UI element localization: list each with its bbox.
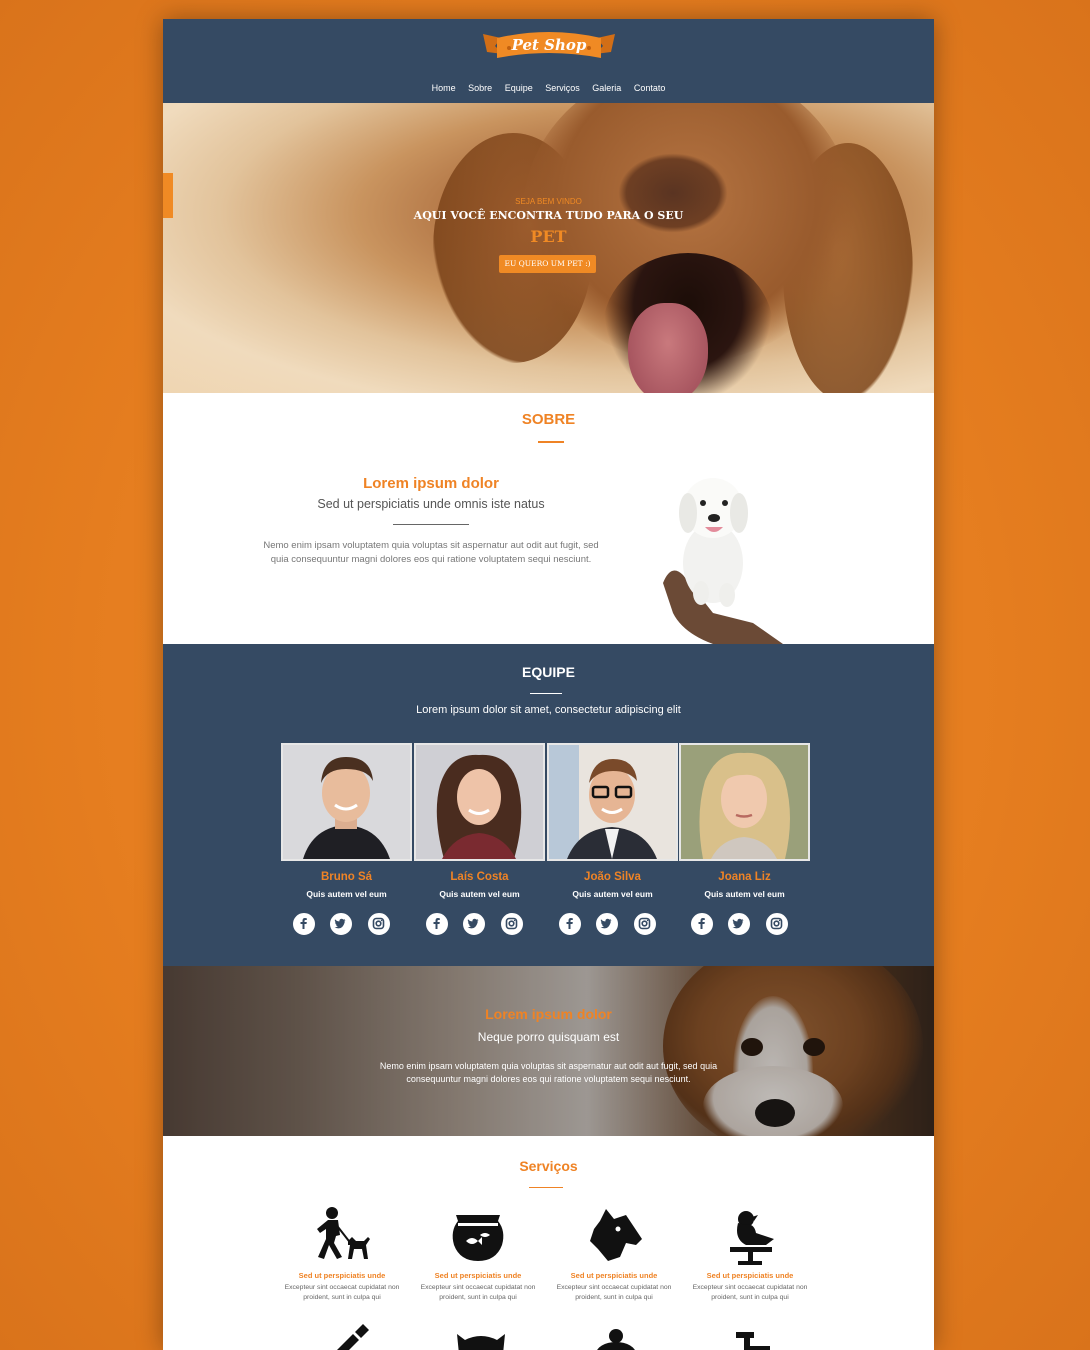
logo[interactable]: Pet Shop <box>479 28 619 68</box>
equipe-title: EQUIPE <box>522 664 575 680</box>
member-socials <box>691 913 801 939</box>
member-socials <box>559 913 669 939</box>
service-text: Excepteur sint occaecat cupidatat non pr… <box>556 1284 672 1301</box>
instagram-icon[interactable] <box>501 913 523 935</box>
nav-sobre[interactable]: Sobre <box>468 83 492 93</box>
nav-galeria[interactable]: Galeria <box>592 83 621 93</box>
turtle-icon <box>597 1329 635 1350</box>
service-title: Sed ut perspiciatis unde <box>298 1271 386 1280</box>
cat-head-icon <box>457 1334 505 1350</box>
facebook-icon[interactable] <box>691 913 713 935</box>
instagram-icon[interactable] <box>634 913 656 935</box>
twitter-icon[interactable] <box>463 913 485 935</box>
equipe-subtitle: Lorem ipsum dolor sit amet, consectetur … <box>416 704 681 716</box>
nav-contato[interactable]: Contato <box>634 83 666 93</box>
main-nav: Home Sobre Equipe Serviços Galeria Conta… <box>163 83 934 93</box>
sobre-heading: Lorem ipsum dolor <box>363 475 499 492</box>
syringe-icon <box>337 1324 369 1350</box>
service-text: Excepteur sint occaecat cupidatat non pr… <box>284 1284 400 1301</box>
hero-cta-button[interactable]: EU QUERO UM PET :) <box>499 255 596 273</box>
divider <box>530 693 562 694</box>
logo-text: Pet Shop <box>511 36 587 54</box>
hero-dog-tongue <box>628 303 708 393</box>
sobre-subheading: Sed ut perspiciatis unde omnis iste natu… <box>317 497 545 511</box>
page: Pet Shop Home Sobre Equipe Serviços Gale… <box>163 19 934 1350</box>
instagram-icon[interactable] <box>368 913 390 935</box>
fish-bowl-icon <box>452 1215 504 1261</box>
dog-walker-icon <box>317 1207 370 1259</box>
sobre-section: SOBRE Lorem ipsum dolor Sed ut perspicia… <box>163 393 934 644</box>
member-name: Bruno Sá <box>320 871 373 883</box>
puppy-in-hand-image <box>663 478 783 644</box>
member-photo <box>414 743 545 861</box>
facebook-icon[interactable] <box>293 913 315 935</box>
banner-section: Lorem ipsum dolor Neque porro quisquam e… <box>163 966 934 1136</box>
member-role: Quis autem vel eum <box>439 889 520 899</box>
service-title: Sed ut perspiciatis unde <box>706 1271 794 1280</box>
faucet-icon <box>736 1332 770 1350</box>
banner-paragraph: Nemo enim ipsam voluptatem quia voluptas… <box>379 1061 718 1084</box>
hero-section: SEJA BEM VINDO AQUI VOCÊ ENCONTRA TUDO P… <box>163 103 934 393</box>
twitter-icon[interactable] <box>330 913 352 935</box>
hero-highlight: PET <box>530 227 567 246</box>
member-name: Laís Costa <box>450 871 509 883</box>
member-photo <box>281 743 412 861</box>
site-header: Pet Shop Home Sobre Equipe Serviços Gale… <box>163 19 934 103</box>
banner-overlay <box>163 966 934 1136</box>
facebook-icon[interactable] <box>426 913 448 935</box>
sobre-paragraph: Nemo enim ipsam voluptatem quia voluptas… <box>263 540 599 565</box>
divider <box>393 524 469 525</box>
dog-head-icon <box>590 1209 642 1261</box>
facebook-icon[interactable] <box>559 913 581 935</box>
member-role: Quis autem vel eum <box>306 889 387 899</box>
hero-title: AQUI VOCÊ ENCONTRA TUDO PARA O SEU <box>413 209 684 222</box>
nav-servicos[interactable]: Serviços <box>545 83 580 93</box>
banner-subheading: Neque porro quisquam est <box>477 1030 620 1044</box>
sobre-title: SOBRE <box>521 411 576 428</box>
servicos-section: Serviços Sed ut perspiciatis unde Except… <box>163 1136 934 1350</box>
equipe-section: EQUIPE Lorem ipsum dolor sit amet, conse… <box>163 644 934 966</box>
divider <box>538 441 564 443</box>
instagram-icon[interactable] <box>766 913 788 935</box>
member-name: João Silva <box>584 871 641 883</box>
service-text: Excepteur sint occaecat cupidatat non pr… <box>420 1284 536 1301</box>
servicos-title: Serviços <box>519 1158 578 1174</box>
nav-equipe[interactable]: Equipe <box>505 83 533 93</box>
divider <box>529 1187 563 1188</box>
twitter-icon[interactable] <box>728 913 750 935</box>
member-photo <box>679 743 810 861</box>
service-title: Sed ut perspiciatis unde <box>570 1271 658 1280</box>
bird-perch-icon <box>730 1211 774 1265</box>
hero-kicker: SEJA BEM VINDO <box>515 197 582 206</box>
nav-home[interactable]: Home <box>432 83 456 93</box>
member-role: Quis autem vel eum <box>704 889 785 899</box>
banner-heading: Lorem ipsum dolor <box>485 1006 612 1022</box>
member-socials <box>293 913 403 939</box>
twitter-icon[interactable] <box>596 913 618 935</box>
member-socials <box>426 913 536 939</box>
member-name: Joana Liz <box>718 871 771 883</box>
member-role: Quis autem vel eum <box>572 889 653 899</box>
member-photo <box>547 743 678 861</box>
service-text: Excepteur sint occaecat cupidatat non pr… <box>692 1284 808 1301</box>
service-title: Sed ut perspiciatis unde <box>434 1271 522 1280</box>
